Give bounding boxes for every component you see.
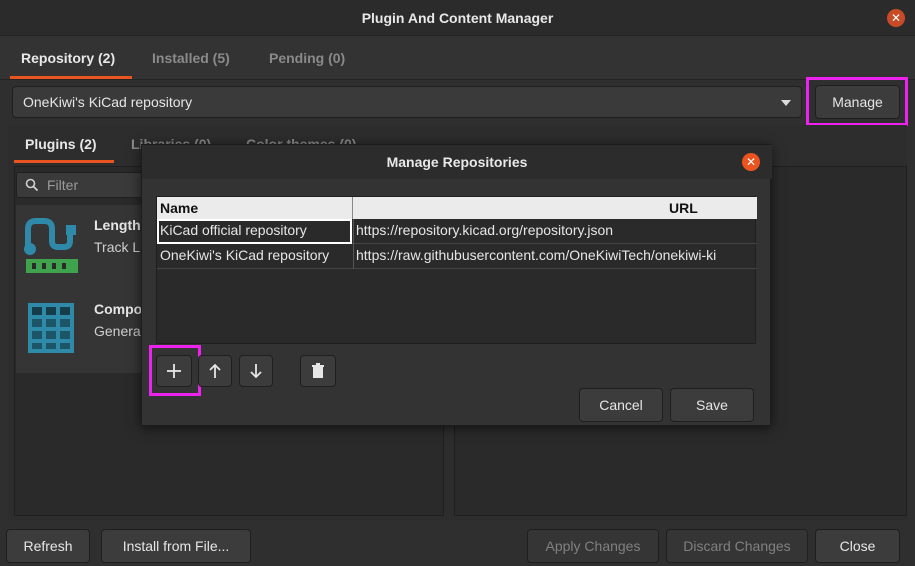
manage-highlight-box — [806, 77, 908, 126]
dialog-title: Manage Repositories — [142, 145, 772, 179]
search-icon — [25, 178, 39, 192]
plugin-name: Compo — [94, 301, 143, 317]
repository-select[interactable]: OneKiwi's KiCad repository — [12, 86, 802, 118]
divider — [0, 79, 915, 80]
plugin-description: Track L — [94, 239, 141, 255]
table-row[interactable]: OneKiwi's KiCad repository https://raw.g… — [157, 244, 757, 269]
apply-changes-button[interactable]: Apply Changes — [527, 529, 659, 563]
repo-url-cell[interactable]: https://repository.kicad.org/repository.… — [353, 219, 757, 244]
repositories-grid: Name URL KiCad official repository https… — [156, 196, 757, 344]
window-title: Plugin And Content Manager — [361, 9, 554, 26]
manage-repositories-dialog: Manage Repositories ✕ Name URL KiCad off… — [141, 144, 772, 426]
move-up-button[interactable] — [198, 355, 232, 387]
column-header-name[interactable]: Name — [160, 200, 198, 216]
discard-changes-button[interactable]: Discard Changes — [666, 529, 808, 563]
arrow-up-icon — [209, 363, 221, 378]
column-header-url[interactable]: URL — [669, 200, 698, 216]
save-button[interactable]: Save — [670, 388, 754, 422]
arrow-down-icon — [250, 364, 262, 379]
active-subtab-indicator — [14, 160, 114, 163]
column-divider — [352, 197, 353, 219]
dialog-close-icon[interactable]: ✕ — [742, 153, 760, 171]
refresh-button[interactable]: Refresh — [6, 529, 90, 563]
table-row[interactable]: KiCad official repository https://reposi… — [157, 219, 757, 244]
cancel-button[interactable]: Cancel — [579, 388, 663, 422]
repo-url-cell[interactable]: https://raw.githubusercontent.com/OneKiw… — [353, 244, 757, 269]
delete-repository-button[interactable] — [300, 355, 336, 387]
plugin-description: Genera — [94, 323, 141, 339]
close-button[interactable]: Close — [815, 529, 900, 563]
tab-plugins[interactable]: Plugins (2) — [25, 136, 97, 152]
repo-name-cell[interactable]: KiCad official repository — [157, 219, 352, 244]
window-close-icon[interactable]: ✕ — [887, 9, 905, 27]
table-plugin-icon — [28, 303, 74, 353]
tab-installed[interactable]: Installed (5) — [152, 50, 230, 66]
install-from-file-button[interactable]: Install from File... — [101, 529, 251, 563]
move-down-button[interactable] — [239, 355, 273, 387]
repository-select-value: OneKiwi's KiCad repository — [23, 94, 193, 110]
tab-repository[interactable]: Repository (2) — [21, 50, 115, 66]
tab-pending[interactable]: Pending (0) — [269, 50, 345, 66]
filter-placeholder: Filter — [47, 177, 79, 193]
add-button-highlight-box — [149, 345, 201, 396]
window-titlebar: Plugin And Content Manager ✕ — [0, 0, 915, 36]
repo-name-cell[interactable]: OneKiwi's KiCad repository — [157, 244, 352, 269]
trash-icon — [312, 363, 324, 378]
plugin-name: Length — [94, 217, 141, 233]
chevron-down-icon — [781, 100, 791, 106]
top-tab-bar: Repository (2) Installed (5) Pending (0) — [0, 36, 915, 80]
length-plugin-icon — [24, 218, 78, 273]
grid-header: Name URL — [157, 197, 757, 219]
